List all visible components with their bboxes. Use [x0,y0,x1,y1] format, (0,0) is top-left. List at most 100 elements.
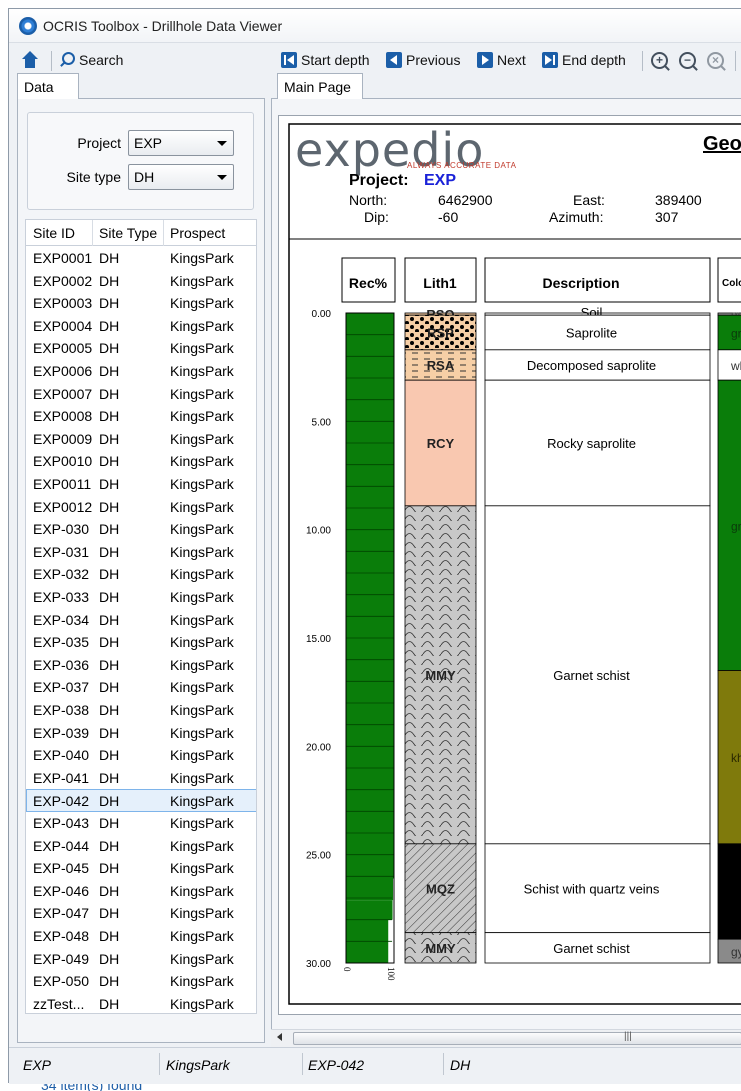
table-row[interactable]: EXP-035 DH KingsPark [26,631,256,654]
prospect-cell: KingsPark [170,995,234,1012]
next-label: Next [497,52,526,68]
table-row[interactable]: EXP-043 DH KingsPark [26,812,256,835]
scrollbar-thumb[interactable]: ||| [293,1031,741,1045]
toolbar-divider [51,51,52,71]
end-depth-button[interactable]: End depth [542,49,626,71]
table-row[interactable]: EXP0008 DH KingsPark [26,405,256,428]
table-row[interactable]: EXP0006 DH KingsPark [26,360,256,383]
site-id-cell: EXP-036 [33,656,90,673]
prospect-cell: KingsPark [170,950,234,967]
table-row[interactable]: EXP-030 DH KingsPark [26,518,256,541]
prospect-cell: KingsPark [170,543,234,560]
table-row[interactable]: EXP-046 DH KingsPark [26,880,256,903]
table-row[interactable]: EXP0005 DH KingsPark [26,337,256,360]
previous-button[interactable]: Previous [386,49,460,71]
site-id-cell: EXP-046 [33,882,90,899]
table-row[interactable]: EXP-041 DH KingsPark [26,767,256,790]
site-type-cell: DH [99,837,120,854]
search-button[interactable]: Search [59,49,123,71]
project-select-value: EXP [134,135,163,151]
site-grid: Site ID Site Type Prospect EXP0001 DH King… [25,219,257,1014]
site-type-cell: DH [99,430,120,447]
site-id-cell: EXP0006 [33,363,93,379]
column-header-prospect[interactable]: Prospect [170,225,225,241]
home-button[interactable] [21,49,39,71]
lithology-code: MQZ [426,881,455,896]
table-row[interactable]: EXP-050 DH KingsPark [26,970,256,993]
prospect-cell: KingsPark [170,837,234,854]
table-row[interactable]: EXP-045 DH KingsPark [26,857,256,880]
prospect-cell: KingsPark [170,295,234,312]
north-caption: North: [349,192,387,208]
project-select[interactable]: EXP [128,130,234,156]
colour-code: wh [730,359,741,373]
table-row[interactable]: EXP0011 DH KingsPark [26,473,256,496]
table-row[interactable]: EXP-036 DH KingsPark [26,654,256,677]
status-prospect: KingsPark [166,1057,230,1073]
table-row[interactable]: EXP-042 DH KingsPark [26,789,256,812]
table-row[interactable]: EXP0012 DH KingsPark [26,496,256,519]
site-type-select[interactable]: DH [128,164,234,190]
site-type-cell: DH [99,453,120,470]
site-type-cell: DH [99,566,120,583]
horizontal-scrollbar[interactable]: ||| [271,1029,741,1047]
table-row[interactable]: EXP-044 DH KingsPark [26,835,256,858]
prospect-cell: KingsPark [170,408,234,425]
start-depth-label: Start depth [301,52,370,68]
next-button[interactable]: Next [477,49,526,71]
table-row[interactable]: EXP-048 DH KingsPark [26,925,256,948]
table-row[interactable]: EXP0007 DH KingsPark [26,383,256,406]
site-type-cell: DH [99,950,120,967]
start-depth-button[interactable]: Start depth [281,49,370,71]
table-row[interactable]: EXP-037 DH KingsPark [26,676,256,699]
grid-header: Site ID Site Type Prospect [26,220,256,246]
search-icon [59,52,75,68]
table-row[interactable]: EXP-039 DH KingsPark [26,722,256,745]
table-row[interactable]: EXP-031 DH KingsPark [26,541,256,564]
table-row[interactable]: EXP0010 DH KingsPark [26,450,256,473]
table-row[interactable]: EXP-034 DH KingsPark [26,609,256,632]
description-header: Description [542,275,619,291]
table-row[interactable]: EXP-032 DH KingsPark [26,563,256,586]
colour-interval [717,843,741,940]
zoom-reset-button[interactable]: × [707,49,724,71]
table-row[interactable]: EXP0002 DH KingsPark [26,270,256,293]
prospect-cell: KingsPark [170,611,234,628]
depth-tick-label: 25.00 [306,851,331,862]
site-id-cell: EXP-040 [33,747,90,764]
rec-axis-max: 100 [386,967,396,981]
column-header-site-type[interactable]: Site Type [99,225,157,241]
end-depth-icon [542,52,558,68]
description-text: Schist with quartz veins [524,881,660,896]
table-row[interactable]: EXP-040 DH KingsPark [26,744,256,767]
tab-data[interactable]: Data [17,73,79,100]
site-type-label: Site type [66,169,121,185]
tab-main-page[interactable]: Main Page [277,73,363,100]
site-id-cell: EXP-038 [33,702,90,718]
table-row[interactable]: EXP-033 DH KingsPark [26,586,256,609]
zoom-out-button[interactable]: − [679,49,696,71]
column-header-site-id[interactable]: Site ID [33,225,75,241]
table-row[interactable]: EXP0001 DH KingsPark [26,247,256,270]
prospect-cell: KingsPark [170,363,234,379]
site-type-cell: DH [99,634,120,651]
prospect-cell: KingsPark [170,724,234,741]
table-row[interactable]: EXP-049 DH KingsPark [26,948,256,971]
zoom-in-icon: + [651,51,668,69]
table-row[interactable]: EXP-038 DH KingsPark [26,699,256,722]
scroll-left-icon[interactable] [277,1033,282,1041]
prospect-cell: KingsPark [170,702,234,718]
site-type-cell: DH [99,747,120,764]
dip-caption: Dip: [364,209,389,225]
zoom-in-button[interactable]: + [651,49,668,71]
prospect-cell: KingsPark [170,385,234,402]
table-row[interactable]: EXP0009 DH KingsPark [26,428,256,451]
site-type-cell: DH [99,363,120,379]
table-row[interactable]: EXP0004 DH KingsPark [26,315,256,338]
table-row[interactable]: EXP-047 DH KingsPark [26,902,256,925]
table-row[interactable]: EXP0003 DH KingsPark [26,292,256,315]
site-type-cell: DH [99,543,120,560]
column-divider [92,220,93,246]
table-row[interactable]: zzTest... DH KingsPark [26,993,256,1013]
lithology-code: RSA [427,358,455,373]
